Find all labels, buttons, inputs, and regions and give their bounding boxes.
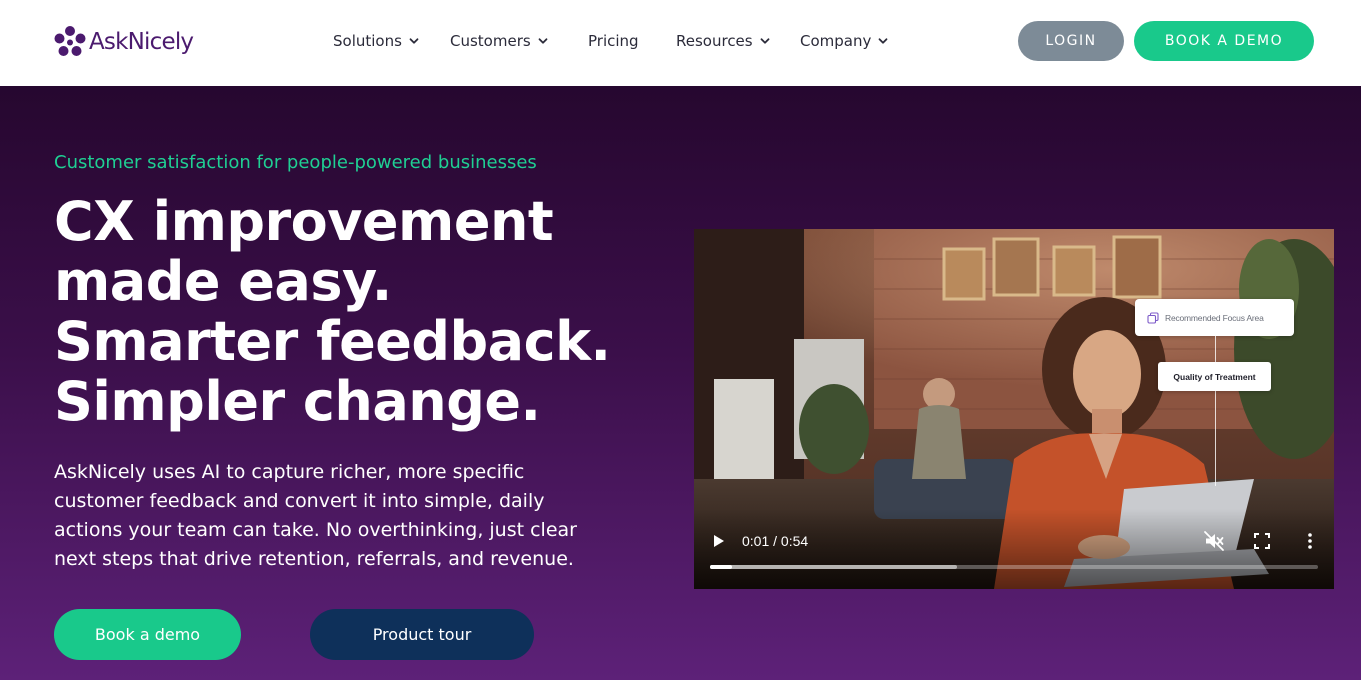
hero-eyebrow: Customer satisfaction for people-powered… [54, 152, 537, 173]
nav-item-company[interactable]: Company [800, 32, 889, 50]
nav-label-solutions: Solutions [333, 32, 402, 50]
nav-label-resources: Resources [676, 32, 753, 50]
quality-treatment-label: Quality of Treatment [1173, 371, 1256, 382]
product-tour-button[interactable]: Product tour [310, 609, 534, 660]
video-player[interactable]: Recommended Focus Area Quality of Treatm… [694, 229, 1334, 589]
nav-label-customers: Customers [450, 32, 531, 50]
video-time-display: 0:01 / 0:54 [742, 533, 809, 549]
nav-item-customers[interactable]: Customers [450, 32, 549, 50]
login-button[interactable]: LOGIN [1018, 21, 1124, 61]
site-header: AskNicely Solutions Customers Pricing Re… [0, 0, 1361, 86]
chevron-down-icon [409, 38, 419, 44]
flower-logo-icon [54, 26, 86, 56]
nav-label-company: Company [800, 32, 872, 50]
nav-label-pricing: Pricing [588, 32, 639, 50]
video-progress-track[interactable] [710, 565, 1318, 569]
hero-description: AskNicely uses AI to capture richer, mor… [54, 461, 577, 570]
headline-line: made easy. [54, 250, 392, 313]
hero-headline: CX improvement made easy. Smarter feedba… [54, 192, 674, 432]
nav-item-solutions[interactable]: Solutions [333, 32, 420, 50]
nav-item-resources[interactable]: Resources [676, 32, 771, 50]
volume-muted-icon[interactable] [1203, 530, 1225, 552]
quality-treatment-callout: Quality of Treatment [1158, 362, 1271, 391]
chevron-down-icon [878, 38, 888, 44]
video-buffer-bar [710, 565, 957, 569]
chevron-down-icon [538, 38, 548, 44]
book-demo-header-button[interactable]: BOOK A DEMO [1134, 21, 1314, 61]
chevron-down-icon [760, 38, 770, 44]
logo[interactable]: AskNicely [53, 24, 194, 60]
fullscreen-icon[interactable] [1252, 531, 1272, 551]
recommended-focus-label: Recommended Focus Area [1165, 312, 1264, 323]
hero-section: Customer satisfaction for people-powered… [0, 86, 1361, 680]
layers-icon [1147, 311, 1159, 324]
play-icon[interactable] [708, 531, 728, 551]
headline-line: Smarter feedback. [54, 310, 611, 373]
book-demo-button[interactable]: Book a demo [54, 609, 241, 660]
more-vertical-icon[interactable] [1300, 531, 1320, 551]
recommended-focus-callout: Recommended Focus Area [1135, 299, 1294, 336]
video-controls-bar [694, 509, 1334, 589]
callout-connector [1215, 336, 1216, 486]
logo-text: AskNicely [89, 29, 194, 55]
nav-item-pricing[interactable]: Pricing [588, 32, 639, 50]
headline-line: CX improvement [54, 190, 554, 253]
video-played-bar [710, 565, 733, 569]
headline-line: Simpler change. [54, 370, 541, 433]
